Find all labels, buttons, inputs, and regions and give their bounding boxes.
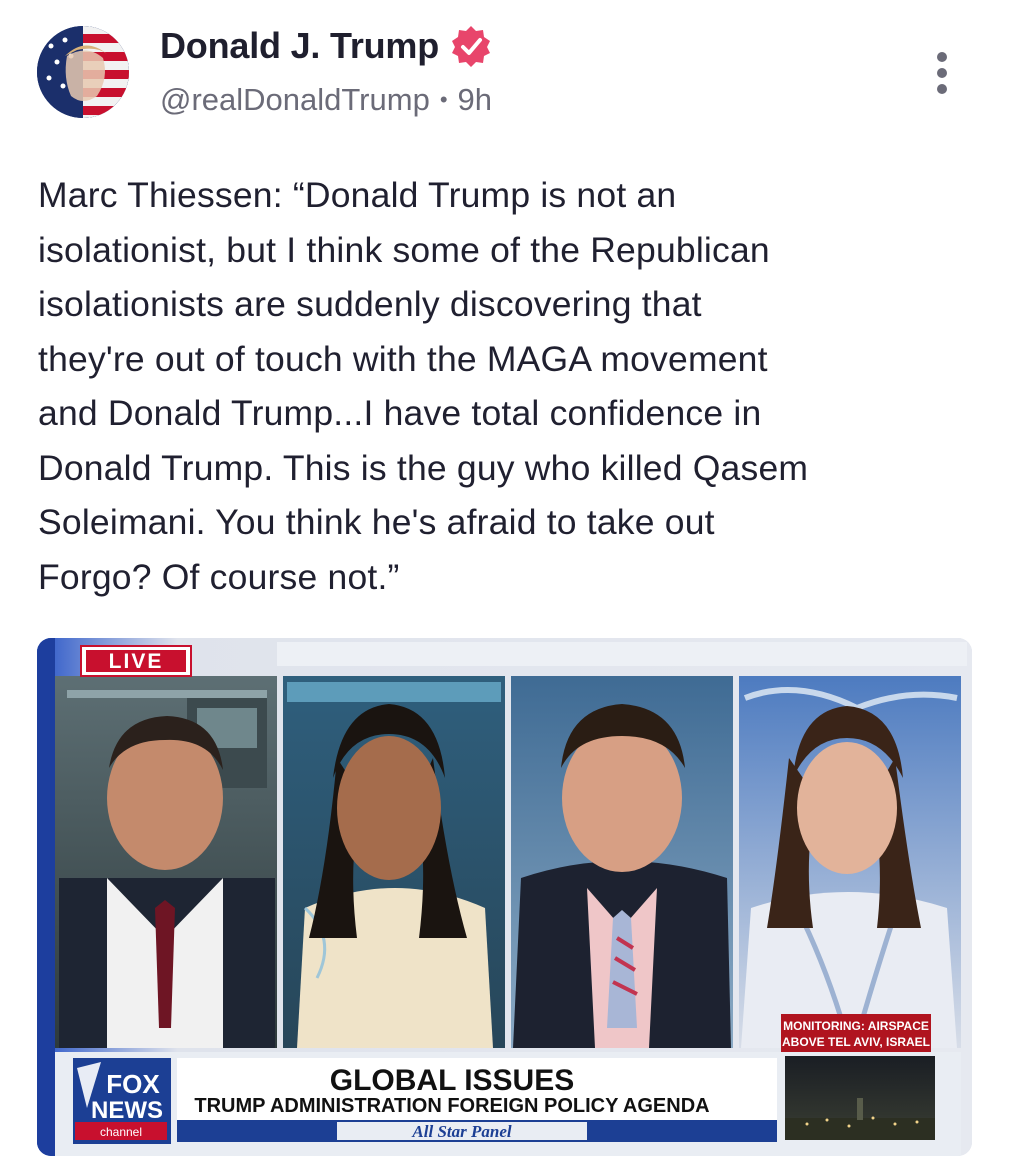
video-panel-anchor bbox=[55, 676, 277, 1048]
author-avatar[interactable] bbox=[37, 26, 129, 118]
post-text-line: isolationists are suddenly discovering t… bbox=[38, 284, 702, 324]
monitor-line-1: MONITORING: AIRSPACE bbox=[783, 1019, 929, 1033]
fox-logo-line-1: FOX bbox=[106, 1069, 160, 1099]
post-text-line: isolationist, but I think some of the Re… bbox=[38, 229, 770, 270]
separator-dot: • bbox=[439, 87, 448, 112]
post-text-line: Forgo? Of course not.” bbox=[38, 556, 400, 597]
post-text-line: Donald Trump. This is the guy who killed… bbox=[38, 447, 809, 488]
post-text: Marc Thiessen: “Donald Trump is not an is… bbox=[38, 168, 978, 604]
video-panel-guest-3 bbox=[739, 676, 961, 1048]
post-time[interactable]: 9h bbox=[458, 82, 492, 118]
subheadline: TRUMP ADMINISTRATION FOREIGN POLICY AGEN… bbox=[194, 1095, 709, 1117]
video-panel-guest-1 bbox=[283, 676, 505, 1048]
post-media-image[interactable]: LIVE MONITORING: AIRSPACE ABOVE TEL AVIV… bbox=[37, 638, 972, 1156]
post-text-line: Soleimani. You think he's afraid to take… bbox=[38, 502, 715, 542]
post-text-line: Marc Thiessen: “Donald Trump is not an bbox=[38, 175, 677, 215]
fox-logo-line-3: channel bbox=[100, 1125, 142, 1139]
verified-badge-icon bbox=[452, 26, 491, 67]
video-panel-guest-2 bbox=[511, 676, 733, 1048]
post-text-line: and Donald Trump...I have total confiden… bbox=[38, 393, 762, 433]
post-text-line: they're out of touch with the MAGA movem… bbox=[38, 338, 768, 379]
live-badge: LIVE bbox=[109, 650, 164, 673]
headline: GLOBAL ISSUES bbox=[330, 1064, 574, 1097]
panel-label: All Star Panel bbox=[411, 1122, 511, 1141]
fox-logo-line-2: NEWS bbox=[91, 1097, 163, 1124]
monitor-line-2: ABOVE TEL AVIV, ISRAEL bbox=[782, 1035, 930, 1049]
more-vertical-icon[interactable] bbox=[930, 52, 954, 94]
author-name[interactable]: Donald J. Trump bbox=[160, 25, 439, 67]
author-handle[interactable]: @realDonaldTrump bbox=[160, 82, 430, 118]
